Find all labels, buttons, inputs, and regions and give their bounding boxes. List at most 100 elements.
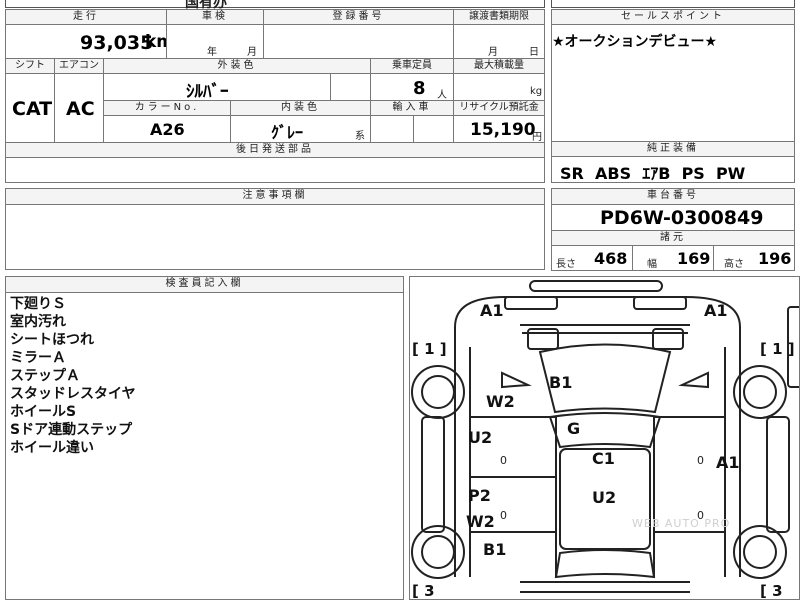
max-load-unit: kg [530, 86, 543, 97]
aircon-cell: AC [54, 73, 104, 143]
chassis-no-value: PD6W-0300849 [600, 207, 764, 229]
transfer-month-unit: 月 [488, 47, 498, 58]
damage-mark-roof-rear: U2 [592, 488, 617, 507]
recycle-header: リサイクル預託金 [453, 100, 545, 116]
spec-length-cell: 長さ 468 [551, 245, 633, 271]
reg-number-cell [263, 24, 454, 59]
inspector-note: シートほつれ [10, 332, 94, 348]
transfer-day-unit: 日 [529, 47, 539, 58]
damage-mark-hood: B1 [549, 373, 573, 392]
capacity-cell: 8 人 [370, 73, 454, 101]
spec-width-label: 幅 [647, 259, 657, 270]
top-strip-right [551, 0, 795, 8]
damage-mark-windshield: G [567, 419, 581, 438]
interior-color-cell: ｸﾞﾚｰ 系 [230, 115, 371, 143]
exterior-color-value: ｼﾙﾊﾞｰ [186, 82, 229, 102]
door-handle-left-1: 0 [500, 454, 507, 467]
genuine-equip-header: 純正装備 [551, 141, 795, 157]
damage-mark-left-fender: W2 [486, 392, 515, 411]
spec-width-value: 169 [677, 249, 711, 268]
genuine-equip-cell: SR ABS ｴｱB PS PW [551, 156, 795, 183]
shift-value: CAT [12, 98, 53, 120]
later-parts-cell [5, 157, 545, 183]
exterior-color-header: 外装色 [103, 58, 371, 74]
max-load-cell: kg [453, 73, 545, 101]
sales-point-cell: ★オークションデビュー★ [551, 24, 795, 142]
inspection-cell: 年 月 [166, 24, 264, 59]
car-diagram: [ 1 ] [ 1 ] [ 3 [ 3 A1 A1 B1 W2 U2 G C1 … [409, 276, 800, 600]
watermark: WEB AUTO PRO [632, 517, 731, 530]
damage-mark-front-left: A1 [480, 301, 504, 320]
capacity-header: 乗車定員 [370, 58, 454, 74]
shift-cell: CAT [5, 73, 55, 143]
sales-point-value: ★オークションデビュー★ [552, 34, 718, 50]
inspector-note: ホイール違い [10, 440, 94, 456]
spec-length-value: 468 [594, 249, 628, 268]
damage-mark-front-right: A1 [704, 301, 728, 320]
capacity-unit: 人 [437, 90, 447, 101]
interior-color-header: 内装色 [230, 100, 371, 116]
front-right-number: [ 1 ] [760, 340, 795, 358]
inspection-month-unit: 月 [247, 47, 257, 58]
aircon-header: エアコン [54, 58, 104, 74]
damage-mark-left-front-door: U2 [468, 428, 493, 447]
chassis-no-header: 車台番号 [551, 188, 795, 205]
inspector-note: 室内汚れ [10, 314, 66, 330]
spec-height-label: 高さ [724, 259, 744, 270]
damage-mark-left-rear-door-p: P2 [468, 486, 491, 505]
top-strip [5, 0, 545, 8]
transfer-doc-cell: 月 日 [453, 24, 545, 59]
chassis-no-cell: PD6W-0300849 [551, 204, 795, 231]
damage-mark-left-rear-door-w: W2 [466, 512, 495, 531]
sales-point-header: セールスポイント [551, 9, 795, 25]
exterior-color-cell: ｼﾙﾊﾞｰ [103, 73, 331, 102]
mileage-value: 93,035 [80, 32, 154, 54]
damage-mark-left-rear-fender: B1 [483, 540, 507, 559]
aircon-value: AC [66, 98, 95, 120]
inspector-note: ホイールS [10, 404, 77, 420]
spec-height-cell: 高さ 196 [713, 245, 795, 271]
inspector-note: Sドア連動ステップ [10, 422, 133, 438]
front-left-number: [ 1 ] [412, 340, 447, 358]
import-cell-2 [413, 115, 454, 143]
exterior-color-extra-cell [330, 73, 371, 101]
inspector-header: 検査員記入欄 [5, 276, 404, 293]
inspection-header: 車検 [166, 9, 264, 25]
rear-right-number: [ 3 [760, 582, 783, 600]
reg-number-header: 登録番号 [263, 9, 454, 25]
inspector-note: 下廻りＳ [10, 296, 66, 312]
damage-mark-roof: C1 [592, 449, 615, 468]
mileage-cell: 93,035 km [5, 24, 174, 59]
spec-width-cell: 幅 169 [632, 245, 714, 271]
damage-mark-right-door: A1 [716, 453, 740, 472]
recycle-cell: 15,190 円 [453, 115, 545, 143]
interior-color-value: ｸﾞﾚｰ [271, 123, 304, 142]
equipment-value: SR ABS ｴｱB PS PW [560, 164, 746, 183]
spec-height-value: 196 [758, 249, 792, 268]
later-parts-header: 後日発送部品 [5, 142, 545, 158]
inspector-note: ステップＡ [10, 368, 80, 384]
inspector-notes: 下廻りＳ 室内汚れ シートほつれ ミラーＡ ステップＡ スタッドレスタイヤ ホイ… [5, 292, 404, 600]
import-header: 輸入車 [370, 100, 454, 116]
import-cell-1 [370, 115, 414, 143]
door-handle-left-2: 0 [500, 509, 507, 522]
rear-left-number: [ 3 [412, 582, 435, 600]
inspector-note: ミラーＡ [10, 350, 66, 366]
recycle-value: 15,190 [470, 120, 536, 140]
transfer-doc-header: 譲渡書類期限 [453, 9, 545, 25]
caution-header: 注意事項欄 [5, 188, 545, 205]
capacity-value: 8 [413, 78, 426, 99]
recycle-unit: 円 [532, 132, 542, 143]
specs-header: 諸元 [551, 230, 795, 246]
door-handle-right-1: 0 [697, 454, 704, 467]
color-no-value: A26 [150, 120, 185, 139]
color-no-header: カラーNo. [103, 100, 231, 116]
inspection-year-unit: 年 [207, 47, 217, 58]
max-load-header: 最大積載量 [453, 58, 545, 74]
caution-cell [5, 204, 545, 270]
color-no-cell: A26 [103, 115, 231, 143]
shift-header: シフト [5, 58, 55, 74]
interior-color-kei: 系 [355, 131, 365, 142]
mileage-header: 走行 [5, 9, 167, 25]
spec-length-label: 長さ [556, 259, 576, 270]
